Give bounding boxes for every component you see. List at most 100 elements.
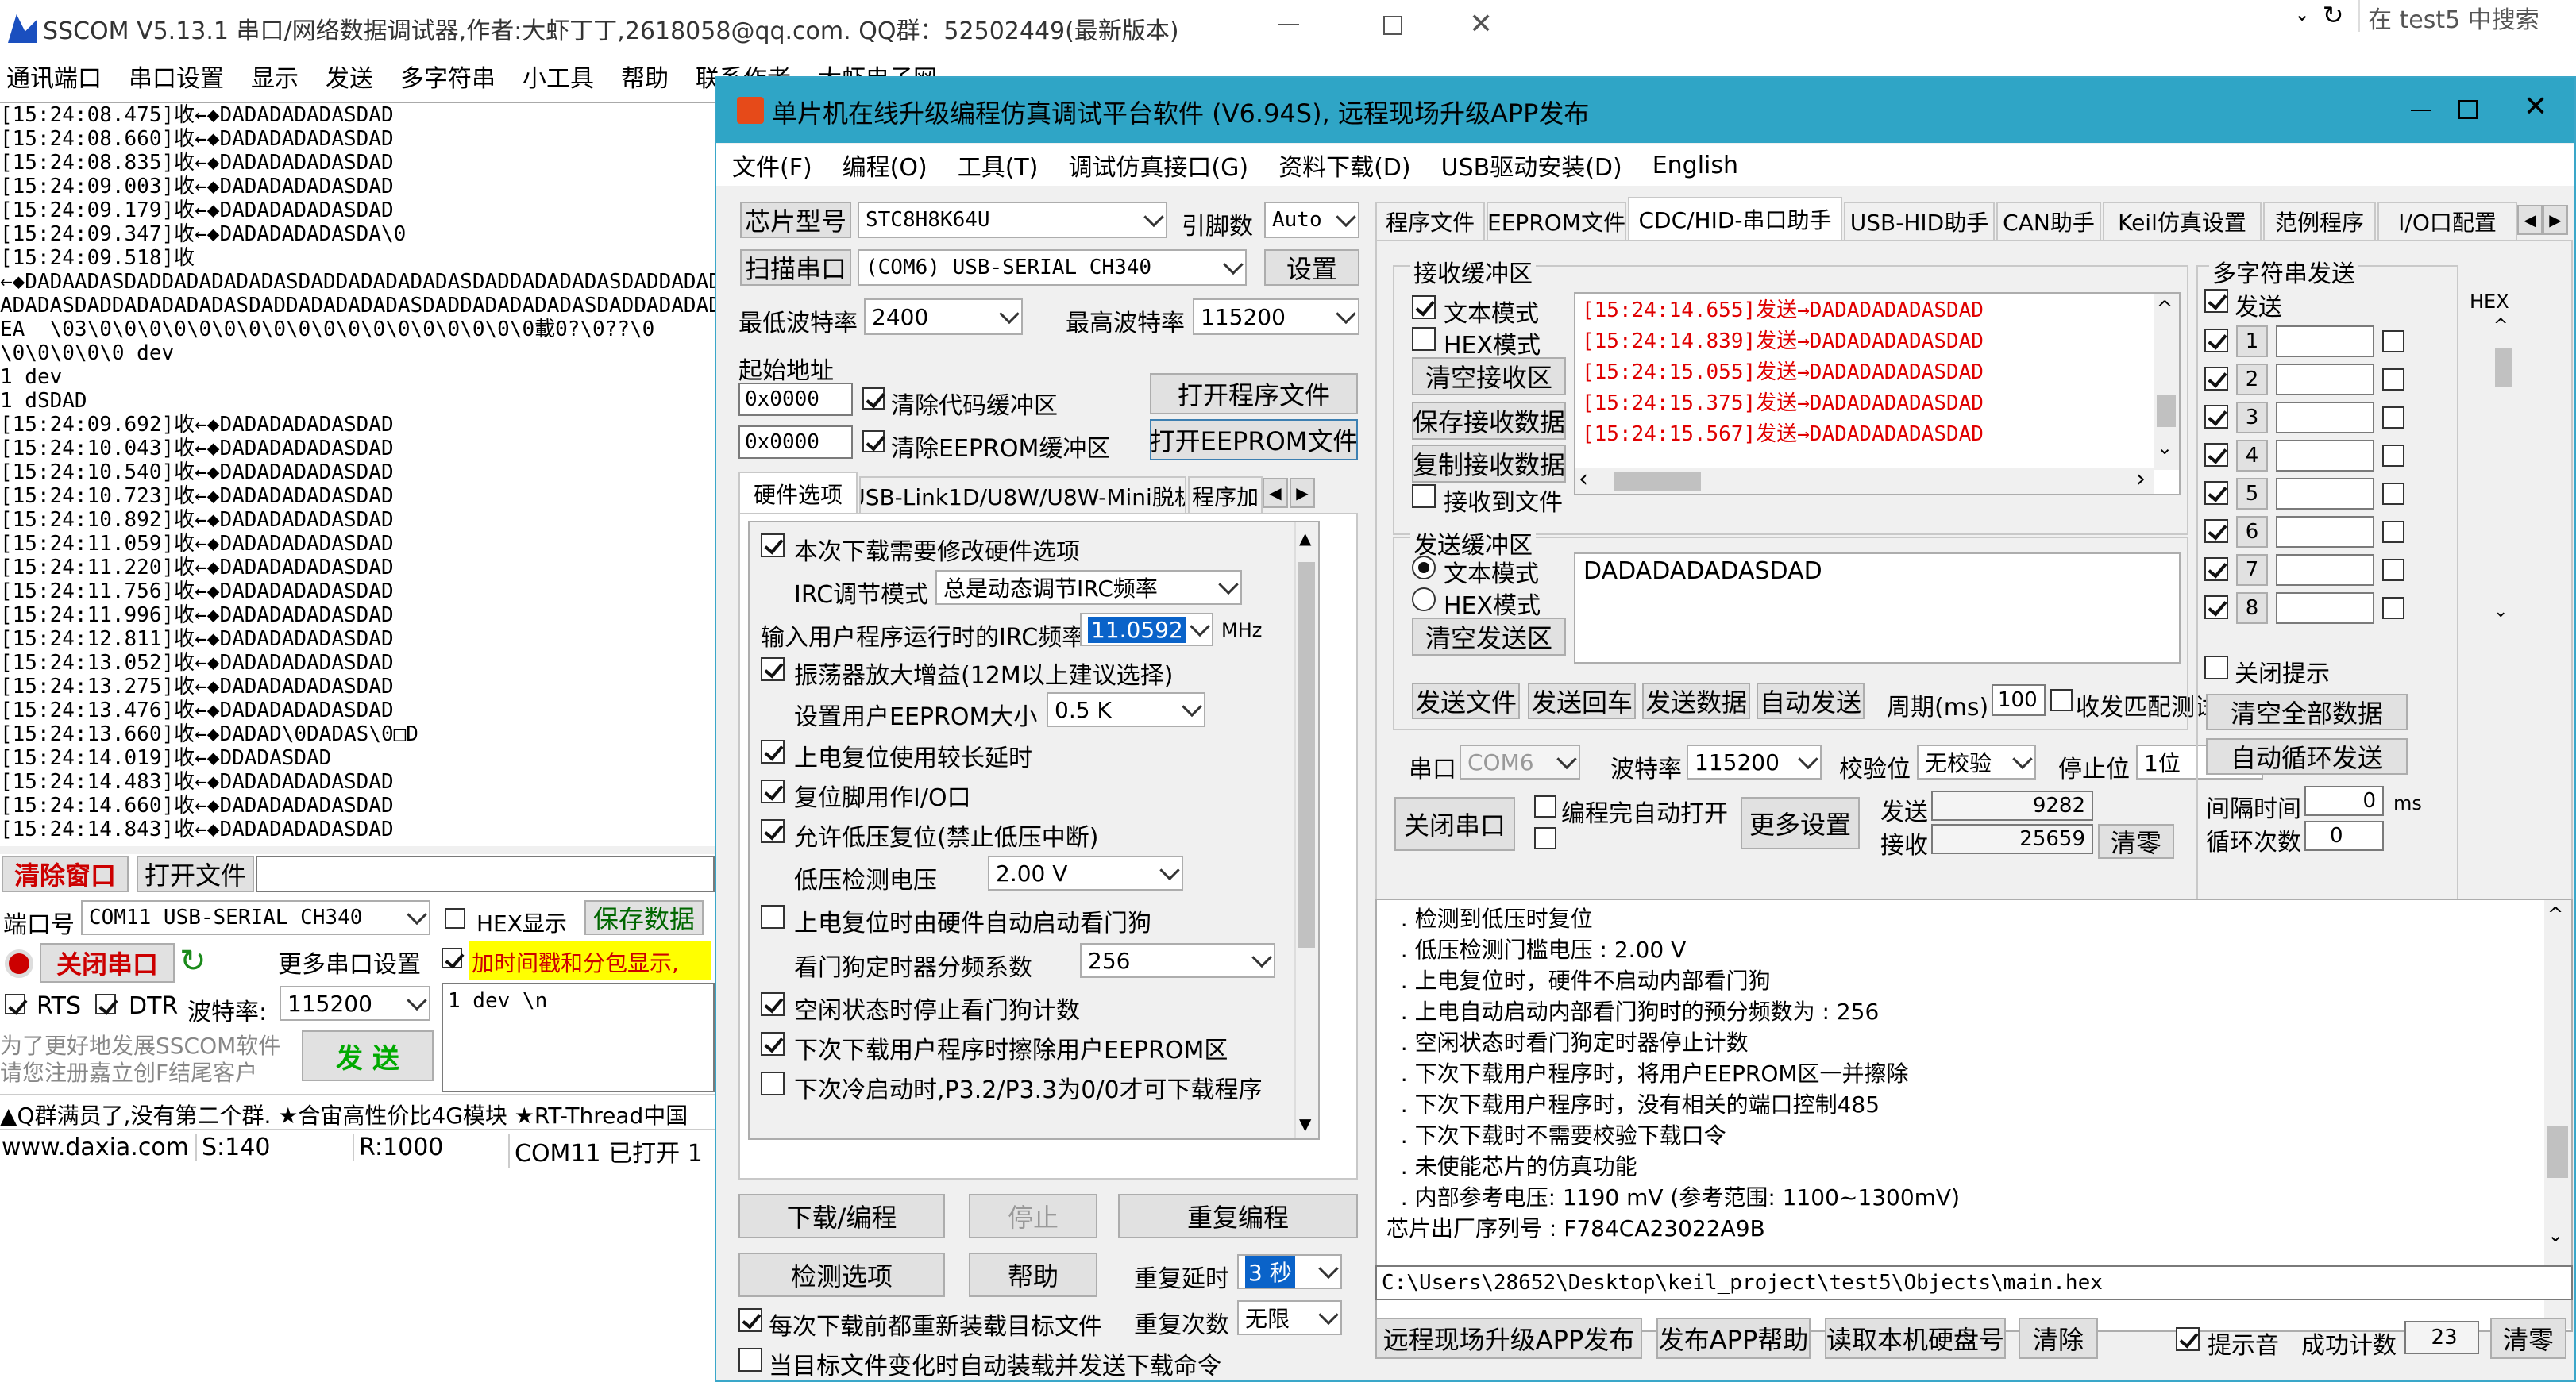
repeat-program-button[interactable]: 重复编程 [1118,1194,1358,1238]
auto-loop-button[interactable]: 自动循环发送 [2206,738,2408,775]
tab-hardware-options[interactable]: 硬件选项 [738,472,858,514]
multi-row-input[interactable] [2276,364,2374,395]
tab-usb-link[interactable]: USB-Link1D/U8W/U8W-Mini脱机 [859,476,1186,514]
multi-row-checkbox[interactable] [2204,329,2228,352]
period-input[interactable]: 100 [1992,684,2046,716]
close-icon[interactable]: ✕ [1469,8,1493,40]
multi-row-checkbox[interactable] [2204,405,2228,429]
clear-eeprom-checkbox[interactable] [862,430,885,452]
sscom-menu-item[interactable]: 串口设置 [129,59,224,94]
rx-text-area[interactable]: [15:24:14.655]发送→DADADADADASDAD [15:24:14… [1574,292,2181,495]
multi-row-input[interactable] [2276,554,2374,586]
repeat-count-select[interactable]: 无限 [1237,1300,1342,1335]
auto-load-checkbox[interactable] [738,1348,762,1372]
multi-row-hex-checkbox[interactable] [2382,597,2404,619]
close-hint-checkbox[interactable] [2204,656,2228,679]
rate-select[interactable]: 115200 [1687,745,1822,780]
rts-checkbox[interactable] [5,994,25,1014]
multi-row-hex-checkbox[interactable] [2382,521,2404,543]
multi-row-send-button[interactable]: 5 [2236,478,2268,510]
multi-row-checkbox[interactable] [2204,443,2228,467]
osc-gain-checkbox[interactable] [761,657,785,681]
more-settings-button[interactable]: 更多设置 [1741,797,1860,849]
save-rx-button[interactable]: 保存接收数据 [1412,402,1566,440]
eeprom-address-input[interactable]: 0x0000 [738,425,853,459]
tx-text-area[interactable]: DADADADADASDAD [1574,552,2181,664]
multi-row-hex-checkbox[interactable] [2382,445,2404,467]
rx-vscroll-thumb[interactable] [2157,395,2176,427]
rx-scroll-left-icon[interactable]: ‹ [1579,465,1588,493]
remote-upgrade-button[interactable]: 远程现场升级APP发布 [1375,1318,1642,1359]
status-site[interactable]: www.daxia.com [2,1134,189,1161]
multi-row-hex-checkbox[interactable] [2382,483,2404,505]
sscom-menu-item[interactable]: 通讯端口 [6,59,102,94]
info-scroll-up-icon[interactable]: ^ [2547,903,2563,926]
hex-display-checkbox[interactable] [445,908,465,929]
multi-row-checkbox[interactable] [2204,367,2228,391]
loop-count-input[interactable]: 0 [2304,821,2384,851]
hw-scroll-up-icon[interactable]: ▲ [1299,529,1311,548]
multi-row-input[interactable] [2276,402,2374,433]
send-button[interactable]: 发 送 [302,1030,434,1081]
stc-close-port-button[interactable]: 关闭串口 [1394,797,1515,851]
reset-io-checkbox[interactable] [761,780,785,803]
irc-freq-select[interactable]: 11.0592 [1080,613,1213,646]
tab-eeprom-file[interactable]: EEPROM文件 [1487,202,1626,240]
tab-scroll-right[interactable]: ▶ [1290,478,1315,508]
help-button[interactable]: 帮助 [969,1253,1097,1297]
info-scrollbar-thumb[interactable] [2547,1126,2568,1178]
idle-wdt-checkbox[interactable] [761,992,785,1016]
clear-counts-button[interactable]: 清零 [2098,824,2174,859]
irc-mode-select[interactable]: 总是动态调节IRC频率 [935,570,1242,605]
multi-scroll-down-icon[interactable]: ⌄ [2493,602,2508,622]
clear-tx-button[interactable]: 清空发送区 [1412,618,1566,656]
sscom-menu-item[interactable]: 帮助 [621,59,669,94]
max-baud-select[interactable]: 115200 [1193,298,1359,335]
tab-program-add[interactable]: 程序加 [1188,476,1263,514]
open-program-file-button[interactable]: 打开程序文件 [1150,373,1358,414]
clear-all-button[interactable]: 清空全部数据 [2206,694,2408,730]
multi-send-all-checkbox[interactable] [2204,289,2228,313]
baud-select[interactable]: 115200 [280,986,430,1021]
stc-close-icon[interactable]: ✕ [2524,90,2547,123]
info-scrollbar[interactable] [2544,900,2571,1329]
hw-scroll-down-icon[interactable]: ▼ [1299,1114,1311,1134]
multi-row-checkbox[interactable] [2204,519,2228,543]
save-data-button[interactable]: 保存数据 [584,900,704,935]
tab-keil-sim[interactable]: Keil仿真设置 [2103,202,2262,240]
maximize-icon[interactable] [1383,16,1402,35]
rx-scroll-up-icon[interactable]: ^ [2157,297,2173,319]
tab-scroll-left[interactable]: ◀ [1263,478,1288,508]
dtr-checkbox[interactable] [95,994,116,1014]
multi-row-input[interactable] [2276,440,2374,472]
auto-open-checkbox[interactable] [1534,795,1556,818]
rx-scroll-down-icon[interactable]: ⌄ [2157,437,2173,459]
app-help-button[interactable]: 发布APP帮助 [1656,1318,1811,1359]
stc-menu-item[interactable]: 资料下载(D) [1278,148,1411,183]
send-data-button[interactable]: 发送数据 [1642,683,1750,719]
min-baud-select[interactable]: 2400 [864,298,1023,335]
multi-row-send-button[interactable]: 7 [2236,554,2268,586]
rx-hex-mode-checkbox[interactable] [1412,327,1436,351]
repeat-delay-select[interactable]: 3 秒 [1237,1254,1342,1289]
scan-port-button[interactable]: 扫描串口 [740,249,851,286]
auto-end-checkbox[interactable] [1534,827,1556,849]
long-delay-checkbox[interactable] [761,740,785,764]
timestamp-checkbox[interactable] [442,948,462,968]
multi-row-input[interactable] [2276,325,2374,357]
multi-row-checkbox[interactable] [2204,481,2228,505]
tab-cdc-hid-serial[interactable]: CDC/HID-串口助手 [1628,197,1842,240]
tab-usb-hid[interactable]: USB-HID助手 [1844,202,1995,240]
multi-row-input[interactable] [2276,478,2374,510]
sound-hint-checkbox[interactable] [2176,1327,2200,1351]
close-port-button[interactable]: 关闭串口 [40,943,175,983]
more-port-settings-link[interactable]: 更多串口设置 [278,945,421,980]
sscom-menu-item[interactable]: 显示 [251,59,299,94]
sscom-menu-item[interactable]: 多字符串 [400,59,496,94]
tab-program-file[interactable]: 程序文件 [1375,202,1485,240]
settings-button[interactable]: 设置 [1264,249,1359,286]
erase-eeprom-checkbox[interactable] [761,1032,785,1056]
search-input[interactable]: 在 test5 中搜索 [2358,0,2576,34]
check-options-button[interactable]: 检测选项 [738,1253,945,1297]
chip-model-select[interactable]: STC8H8K64U [858,202,1167,238]
